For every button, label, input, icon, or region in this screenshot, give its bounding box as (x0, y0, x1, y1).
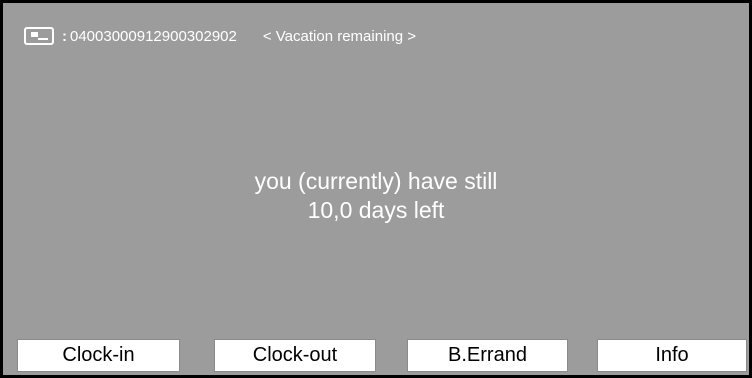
card-number: 04003000912900302902 (70, 27, 237, 45)
header-separator: : (62, 27, 67, 45)
header-bar: : 04003000912900302902 < Vacation remain… (24, 23, 416, 49)
message-line-2: 10,0 days left (307, 197, 445, 223)
vacation-message: you (currently) have still 10,0 days lef… (3, 167, 749, 225)
message-line-1: you (currently) have still (254, 168, 498, 194)
terminal-screen: : 04003000912900302902 < Vacation remain… (0, 0, 752, 378)
info-button[interactable]: Info (597, 339, 747, 372)
screen-title: < Vacation remaining > (262, 27, 417, 45)
errand-button[interactable]: B.Errand (407, 339, 568, 372)
clock-in-button[interactable]: Clock-in (17, 339, 180, 372)
card-chip (31, 32, 38, 37)
id-card-icon (24, 27, 54, 45)
card-stripe (38, 38, 48, 40)
clock-out-button[interactable]: Clock-out (214, 339, 376, 372)
